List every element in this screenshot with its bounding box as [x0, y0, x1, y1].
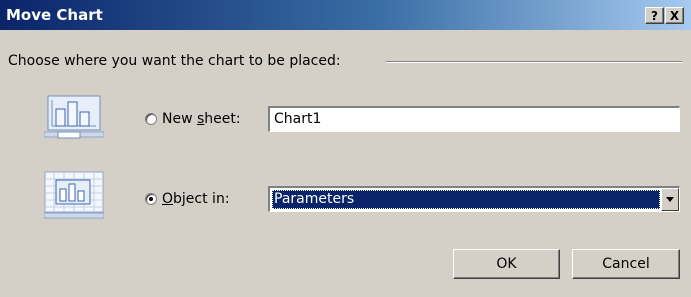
new-sheet-label-suffix: heet:	[204, 111, 241, 127]
group-label: Choose where you want the chart to be pl…	[8, 53, 341, 69]
new-sheet-label-prefix: New	[162, 111, 197, 127]
group-divider	[386, 61, 682, 63]
cancel-button[interactable]: Cancel	[572, 249, 680, 279]
object-in-accelerator: O	[162, 191, 174, 207]
new-sheet-name-input[interactable]: Chart1	[268, 106, 680, 132]
ok-button[interactable]: OK	[453, 249, 560, 279]
object-in-label[interactable]: Object in:	[162, 191, 230, 207]
object-in-radio[interactable]	[145, 193, 157, 205]
help-button[interactable]: ?	[645, 7, 664, 24]
new-sheet-label[interactable]: New sheet:	[162, 111, 241, 127]
move-chart-dialog: Move Chart ? X Choose where you want the…	[0, 0, 691, 297]
radio-selected-dot	[149, 197, 153, 201]
new-sheet-chart-icon	[44, 95, 104, 139]
chevron-down-icon[interactable]	[661, 188, 679, 211]
object-in-label-suffix: bject in:	[173, 191, 230, 207]
dialog-title: Move Chart	[6, 6, 103, 24]
object-in-dropdown[interactable]: Parameters	[268, 186, 680, 212]
close-button[interactable]: X	[665, 7, 684, 24]
embedded-chart-icon	[44, 171, 104, 219]
new-sheet-radio[interactable]	[145, 113, 157, 125]
object-in-selected-value[interactable]: Parameters	[272, 190, 660, 209]
title-bar[interactable]: Move Chart ? X	[0, 0, 691, 30]
